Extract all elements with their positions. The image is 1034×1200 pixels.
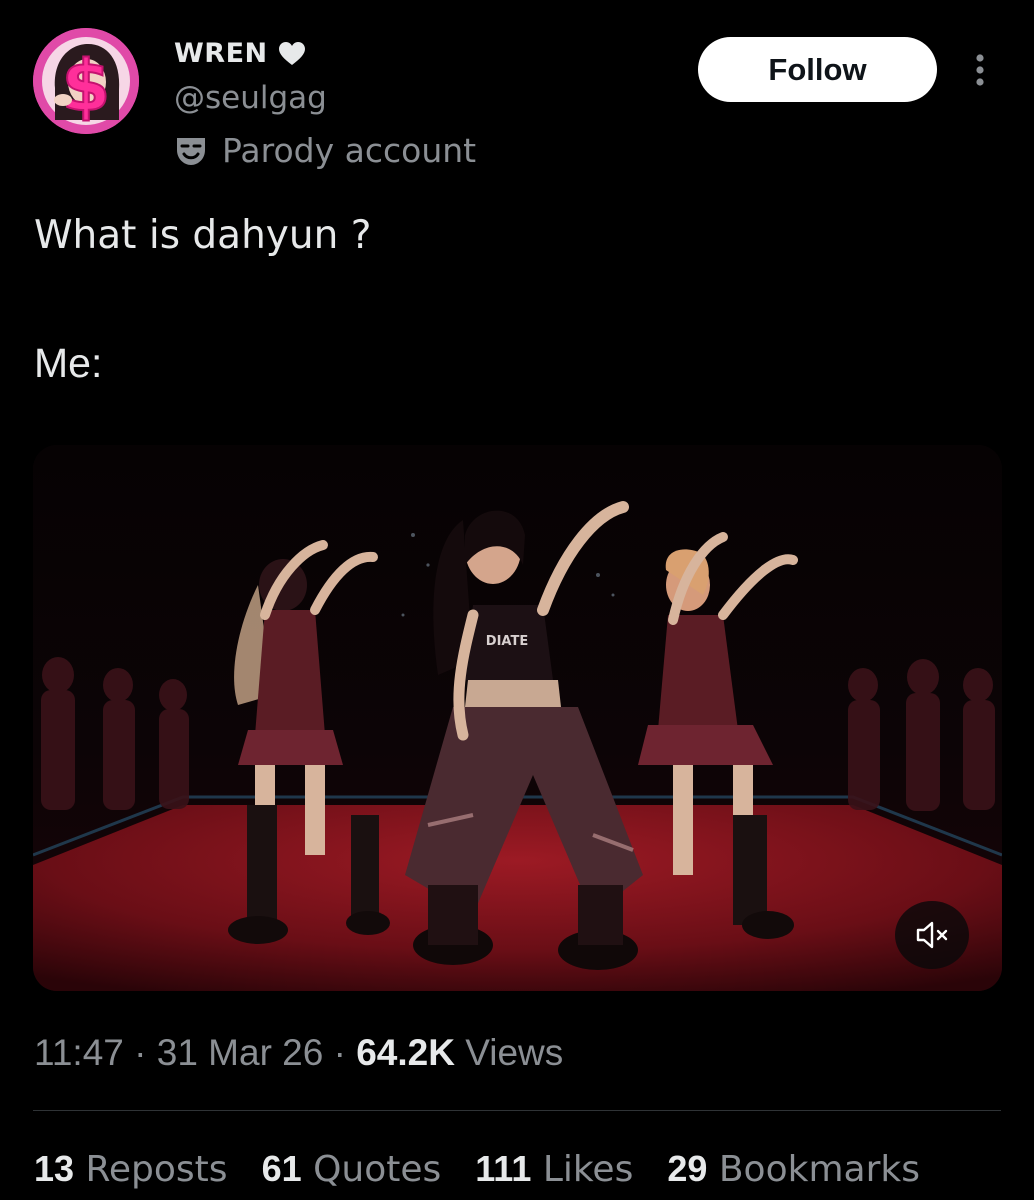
follow-button[interactable]: Follow [698, 37, 937, 102]
author-handle[interactable]: @seulgag [174, 80, 327, 116]
svg-text:$: $ [62, 45, 111, 127]
stat-label: Reposts [85, 1149, 228, 1190]
tweet-text-line-2: Me: [34, 340, 103, 386]
stat-count: 13 [34, 1148, 75, 1189]
stat-label: Likes [542, 1149, 634, 1190]
author-display-name[interactable]: WREN [174, 38, 268, 69]
stat-label: Bookmarks [718, 1149, 920, 1190]
stat-count: 29 [667, 1148, 708, 1189]
mute-toggle-button[interactable] [895, 901, 969, 969]
video-frame: DIATE [33, 445, 1002, 991]
stat-count: 61 [261, 1148, 302, 1189]
speaker-muted-icon [916, 921, 948, 949]
meta-separator-2: · [323, 1032, 357, 1073]
views-label[interactable]: Views [465, 1032, 563, 1073]
views-count[interactable]: 64.2K [356, 1032, 455, 1073]
video-player[interactable]: DIATE [33, 445, 1002, 991]
engagement-stats: 13 Reposts 61 Quotes 111 Likes 29 Bookma… [34, 1148, 920, 1190]
stat-likes[interactable]: 111 Likes [475, 1148, 633, 1190]
stat-bookmarks[interactable]: 29 Bookmarks [667, 1148, 920, 1190]
parody-account-label: Parody account [174, 131, 476, 170]
stat-quotes[interactable]: 61 Quotes [262, 1148, 442, 1190]
stat-count: 111 [475, 1148, 532, 1189]
divider [33, 1110, 1001, 1111]
dollar-sign-icon: $ [33, 28, 139, 134]
parody-label-text: Parody account [222, 131, 477, 170]
theater-mask-icon [174, 135, 208, 167]
tweet-meta: 11:47 · 31 Mar 26 · 64.2K Views [34, 1032, 563, 1074]
avatar[interactable]: $ [33, 28, 139, 134]
stat-reposts[interactable]: 13 Reposts [34, 1148, 228, 1190]
meta-separator: · [123, 1032, 157, 1073]
stat-label: Quotes [313, 1149, 442, 1190]
author-display-name-row[interactable]: WREN [174, 38, 306, 69]
heart-icon [278, 41, 306, 67]
svg-text:DIATE: DIATE [486, 634, 528, 649]
tweet-time[interactable]: 11:47 [34, 1032, 124, 1073]
tweet-date[interactable]: 31 Mar 26 [157, 1032, 324, 1073]
tweet-text-line-1: What is dahyun ? [34, 213, 372, 258]
more-vertical-icon[interactable] [968, 50, 992, 90]
